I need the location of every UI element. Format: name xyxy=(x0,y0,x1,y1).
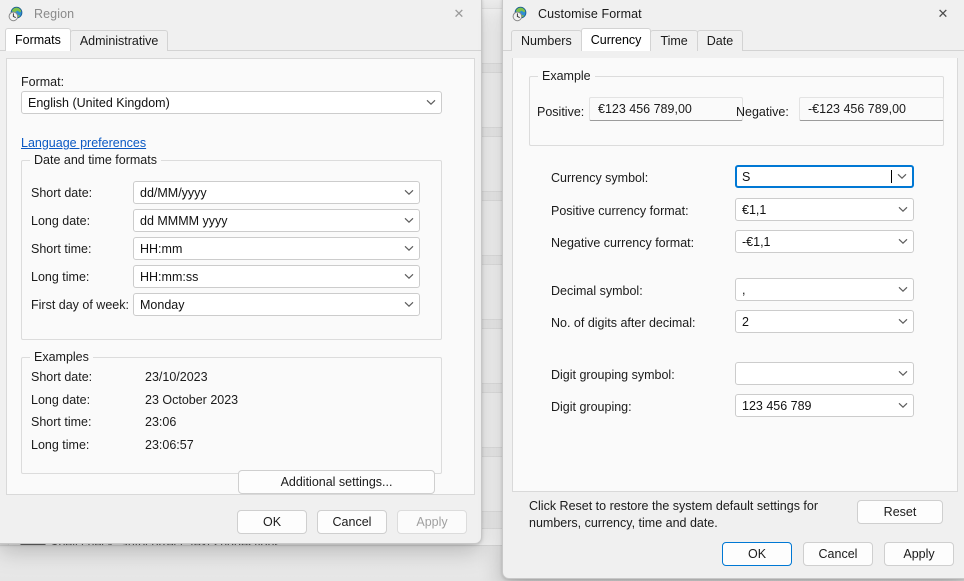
customise-titlebar[interactable]: Customise Format ✕ xyxy=(503,0,964,29)
example-legend: Example xyxy=(538,69,595,83)
example-long-date-value: 23 October 2023 xyxy=(145,393,239,407)
customise-cancel-button[interactable]: Cancel xyxy=(803,542,873,566)
short-date-combobox[interactable]: dd/MM/yyyy xyxy=(133,181,420,204)
negative-example-label: Negative: xyxy=(736,105,789,119)
reset-description: Click Reset to restore the system defaul… xyxy=(529,498,859,532)
region-apply-button: Apply xyxy=(397,510,467,534)
tab-numbers[interactable]: Numbers xyxy=(511,30,582,51)
digits-after-decimal-combobox[interactable]: 2 xyxy=(735,310,914,333)
currency-symbol-combobox[interactable]: S xyxy=(735,165,914,188)
long-time-value: HH:mm:ss xyxy=(140,269,199,284)
format-combobox[interactable]: English (United Kingdom) xyxy=(21,91,442,114)
language-preferences-link[interactable]: Language preferences xyxy=(21,136,146,150)
long-date-label: Long date: xyxy=(31,214,91,228)
first-day-of-week-label: First day of week: xyxy=(31,298,129,312)
customise-ok-button[interactable]: OK xyxy=(722,542,792,566)
format-label: Format: xyxy=(21,75,65,89)
region-cancel-button[interactable]: Cancel xyxy=(317,510,387,534)
digits-after-decimal-value: 2 xyxy=(742,314,749,329)
customise-title: Customise Format xyxy=(538,7,642,21)
customise-tabstrip: Numbers Currency Time Date xyxy=(503,28,964,51)
region-titlebar[interactable]: Region ✕ xyxy=(0,0,481,29)
example-long-date-label: Long date: xyxy=(31,393,91,407)
chevron-down-icon xyxy=(399,238,419,259)
positive-currency-format-value: €1,1 xyxy=(742,202,767,217)
examples-legend: Examples xyxy=(30,350,93,364)
decimal-symbol-label: Decimal symbol: xyxy=(551,284,643,298)
chevron-down-icon xyxy=(893,395,913,416)
digit-grouping-value: 123 456 789 xyxy=(742,398,812,413)
customise-format-dialog: Customise Format ✕ Numbers Currency Time… xyxy=(502,0,964,579)
region-globe-clock-icon xyxy=(8,6,24,22)
region-dialog: Region ✕ Formats Administrative Format: … xyxy=(0,0,482,544)
format-combobox-value: English (United Kingdom) xyxy=(28,95,170,110)
chevron-down-icon xyxy=(893,311,913,332)
tab-administrative[interactable]: Administrative xyxy=(69,30,169,51)
negative-example-field: -€123 456 789,00 xyxy=(799,97,944,121)
chevron-down-icon xyxy=(399,182,419,203)
short-date-label: Short date: xyxy=(31,186,93,200)
chevron-down-icon xyxy=(892,167,912,186)
long-time-combobox[interactable]: HH:mm:ss xyxy=(133,265,420,288)
decimal-symbol-value: , xyxy=(742,282,746,297)
currency-symbol-value: S xyxy=(742,169,751,184)
tab-currency[interactable]: Currency xyxy=(580,28,652,51)
region-ok-button[interactable]: OK xyxy=(237,510,307,534)
reset-description-line2: numbers, currency, time and date. xyxy=(529,516,718,530)
chevron-down-icon xyxy=(421,92,441,113)
short-time-label: Short time: xyxy=(31,242,92,256)
date-time-formats-legend: Date and time formats xyxy=(30,153,161,167)
decimal-symbol-combobox[interactable]: , xyxy=(735,278,914,301)
positive-currency-format-label: Positive currency format: xyxy=(551,204,689,218)
reset-description-line1: Click Reset to restore the system defaul… xyxy=(529,499,819,513)
digit-grouping-symbol-label: Digit grouping symbol: xyxy=(551,368,675,382)
chevron-down-icon xyxy=(893,363,913,384)
reset-button[interactable]: Reset xyxy=(857,500,943,524)
close-icon[interactable]: ✕ xyxy=(437,0,481,29)
positive-example-label: Positive: xyxy=(537,105,585,119)
chevron-down-icon xyxy=(399,266,419,287)
region-tabstrip: Formats Administrative xyxy=(0,28,481,51)
example-short-date-label: Short date: xyxy=(31,370,93,384)
chevron-down-icon xyxy=(399,294,419,315)
additional-settings-button[interactable]: Additional settings... xyxy=(238,470,435,494)
negative-currency-format-label: Negative currency format: xyxy=(551,236,695,250)
example-short-date-value: 23/10/2023 xyxy=(145,370,208,384)
currency-panel: Example Positive: €123 456 789,00 Negati… xyxy=(512,58,958,530)
chevron-down-icon xyxy=(399,210,419,231)
region-title: Region xyxy=(34,7,75,21)
first-day-of-week-combobox[interactable]: Monday xyxy=(133,293,420,316)
chevron-down-icon xyxy=(893,279,913,300)
positive-currency-format-combobox[interactable]: €1,1 xyxy=(735,198,914,221)
region-globe-clock-icon xyxy=(512,6,528,22)
digit-grouping-symbol-combobox[interactable] xyxy=(735,362,914,385)
example-short-time-label: Short time: xyxy=(31,415,92,429)
region-formats-panel: Format: English (United Kingdom) Languag… xyxy=(6,58,475,495)
long-date-value: dd MMMM yyyy xyxy=(140,213,228,228)
positive-example-field: €123 456 789,00 xyxy=(589,97,743,121)
example-short-time-value: 23:06 xyxy=(145,415,177,429)
digit-grouping-combobox[interactable]: 123 456 789 xyxy=(735,394,914,417)
short-time-combobox[interactable]: HH:mm xyxy=(133,237,420,260)
example-long-time-label: Long time: xyxy=(31,438,90,452)
long-date-combobox[interactable]: dd MMMM yyyy xyxy=(133,209,420,232)
long-time-label: Long time: xyxy=(31,270,90,284)
short-date-value: dd/MM/yyyy xyxy=(140,185,207,200)
chevron-down-icon xyxy=(893,231,913,252)
first-day-of-week-value: Monday xyxy=(140,297,185,312)
example-long-time-value: 23:06:57 xyxy=(145,438,194,452)
currency-symbol-label: Currency symbol: xyxy=(551,171,649,185)
tab-formats[interactable]: Formats xyxy=(5,28,71,51)
chevron-down-icon xyxy=(893,199,913,220)
tab-time[interactable]: Time xyxy=(650,30,698,51)
digits-after-decimal-label: No. of digits after decimal: xyxy=(551,316,696,330)
negative-currency-format-value: -€1,1 xyxy=(742,234,771,249)
close-icon[interactable]: ✕ xyxy=(921,0,964,29)
short-time-value: HH:mm xyxy=(140,241,183,256)
tab-date[interactable]: Date xyxy=(696,30,744,51)
customise-apply-button[interactable]: Apply xyxy=(884,542,954,566)
negative-currency-format-combobox[interactable]: -€1,1 xyxy=(735,230,914,253)
digit-grouping-label: Digit grouping: xyxy=(551,400,632,414)
